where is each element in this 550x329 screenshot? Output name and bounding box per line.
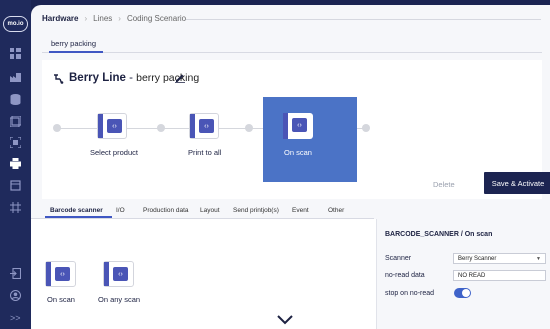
tab-send-printjobs[interactable]: Send printjob(s) [233, 207, 279, 214]
trigger-label: On scan [47, 295, 75, 304]
node-label: On scan [284, 148, 312, 157]
expand-sidebar-icon[interactable]: >> [10, 313, 21, 323]
scanner-select[interactable]: Berry Scanner ▼ [453, 253, 546, 264]
breadcrumb-hardware[interactable]: Hardware [42, 14, 78, 23]
properties-panel: BARCODE_SCANNER / On scan Scanner Berry … [376, 219, 550, 329]
tab-production-data[interactable]: Production data [143, 207, 189, 214]
tab-other[interactable]: Other [328, 207, 344, 214]
divider [186, 19, 541, 20]
code-icon: ‹› [113, 267, 128, 281]
scanner-label: Scanner [385, 255, 412, 262]
breadcrumb-coding-scenario[interactable]: Coding Scenario [127, 14, 186, 23]
node-label: Select product [90, 148, 138, 157]
code-icon: ‹› [292, 118, 307, 132]
dashboard-icon[interactable] [9, 48, 22, 59]
panel-title: BARCODE_SCANNER / On scan [385, 231, 493, 238]
flow-node-print-to-all[interactable]: ‹› [189, 113, 219, 139]
breadcrumb-lines[interactable]: Lines [93, 14, 112, 23]
node-drag-handle[interactable] [46, 262, 51, 286]
selected-node-highlight[interactable] [263, 97, 357, 182]
edit-icon[interactable] [175, 73, 185, 83]
flow-node-select-product[interactable]: ‹› [97, 113, 127, 139]
active-tab-indicator [49, 51, 103, 53]
frame-icon[interactable] [9, 180, 22, 191]
scenario-name: berry packing [136, 72, 200, 84]
line-name: Berry Line [69, 72, 126, 84]
tab-berry-packing[interactable]: berry packing [51, 39, 96, 48]
tab-layout[interactable]: Layout [200, 207, 220, 214]
grid-icon[interactable] [9, 202, 22, 213]
database-icon[interactable] [9, 94, 22, 105]
delete-button[interactable]: Delete [433, 180, 455, 189]
left-rail: mo.io >> [0, 0, 31, 329]
scan-icon[interactable] [9, 137, 22, 148]
scenario-pane: Berry Line - berry packing ‹› Select pro… [42, 60, 550, 199]
save-activate-button[interactable]: Save & Activate [484, 172, 550, 194]
node-drag-handle[interactable] [98, 114, 103, 138]
main-card: Hardware › Lines › Coding Scenario berry… [31, 5, 550, 329]
title-dash: - [125, 72, 137, 84]
flow-dot [362, 124, 370, 132]
layers-icon[interactable] [9, 116, 22, 127]
tab-io[interactable]: I/O [116, 207, 125, 214]
flow-icon [54, 74, 64, 84]
factory-icon[interactable] [9, 71, 22, 82]
breadcrumb: Hardware › Lines › Coding Scenario [42, 14, 186, 23]
breadcrumb-separator: › [118, 14, 121, 23]
caret-down-icon: ▼ [536, 256, 541, 262]
node-drag-handle[interactable] [190, 114, 195, 138]
code-icon: ‹› [55, 267, 70, 281]
trigger-label: On any scan [98, 295, 141, 304]
flow-node-on-scan[interactable]: ‹› [283, 113, 313, 139]
login-icon[interactable] [9, 268, 22, 279]
active-tab-indicator [45, 216, 112, 218]
trigger-area: ‹› On scan ‹› On any scan [31, 219, 376, 329]
app-logo[interactable]: mo.io [3, 16, 28, 32]
flow-dot [53, 124, 61, 132]
config-tabs: Barcode scanner I/O Production data Layo… [31, 201, 550, 220]
scanner-value: Berry Scanner [458, 256, 497, 262]
node-drag-handle[interactable] [104, 262, 109, 286]
flow-dot [157, 124, 165, 132]
code-icon: ‹› [199, 119, 214, 133]
trigger-on-scan[interactable]: ‹› [45, 261, 76, 287]
node-label: Print to all [188, 148, 222, 157]
code-icon: ‹› [107, 119, 122, 133]
flow-dot [245, 124, 253, 132]
node-drag-handle[interactable] [283, 113, 288, 139]
breadcrumb-separator: › [84, 14, 88, 23]
noread-label: no-read data [385, 272, 425, 279]
user-icon[interactable] [9, 290, 22, 301]
divider [42, 52, 542, 53]
printer-icon[interactable] [9, 158, 22, 169]
toggle-knob [462, 289, 470, 297]
stop-on-noread-toggle[interactable] [454, 288, 471, 298]
noread-input[interactable]: NO READ [453, 270, 546, 281]
tab-event[interactable]: Event [292, 207, 309, 214]
trigger-on-any-scan[interactable]: ‹› [103, 261, 134, 287]
chevron-down-icon[interactable] [277, 315, 293, 325]
tab-barcode-scanner[interactable]: Barcode scanner [50, 207, 103, 214]
stop-on-noread-label: stop on no-read [385, 290, 435, 297]
